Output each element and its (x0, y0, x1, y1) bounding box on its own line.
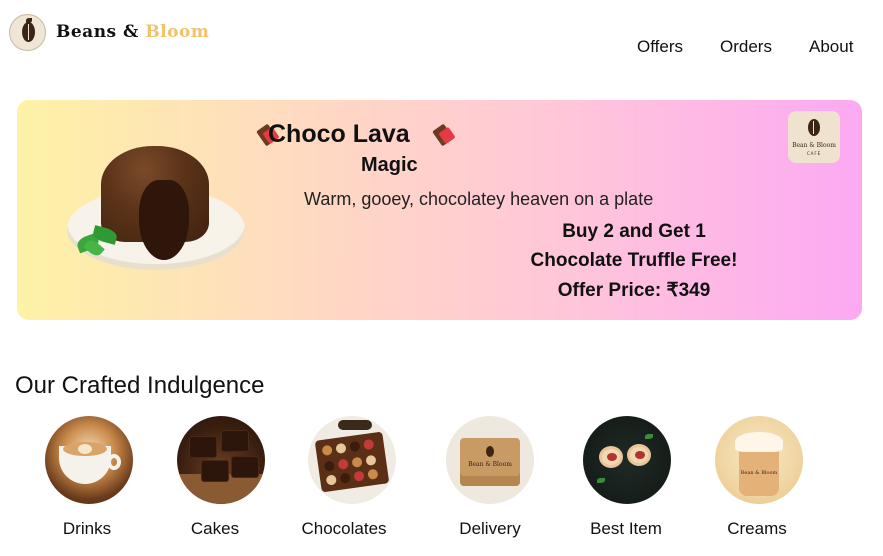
category-chocolates-label[interactable]: Chocolates (274, 519, 414, 539)
coffee-bean-icon (22, 22, 35, 42)
banner-tagline: Warm, gooey, chocolatey heaven on a plat… (304, 189, 654, 209)
category-creams-label[interactable]: Creams (687, 519, 827, 539)
brand-name-part2: Bloom (145, 22, 210, 42)
category-cakes-image[interactable] (177, 416, 265, 504)
chocolate-lava-drip (139, 180, 189, 260)
brand-name-part1: Beans & (56, 22, 139, 42)
offer-price: Offer Price: ₹349 (557, 280, 711, 301)
category-delivery-label[interactable]: Delivery (420, 519, 560, 539)
category-chocolates-image[interactable] (308, 416, 396, 504)
chocolate-bar-icon (432, 122, 456, 147)
coffee-bean-icon (808, 119, 820, 136)
brand-name[interactable]: Beans & Bloom (56, 22, 209, 42)
nav-offers[interactable]: Offers (637, 37, 683, 57)
section-title: Our Crafted Indulgence (15, 372, 265, 399)
category-delivery-image[interactable]: Bean & Bloom (446, 416, 534, 504)
category-cakes-label[interactable]: Cakes (145, 519, 285, 539)
category-creams-image[interactable]: Bean & Bloom (715, 416, 803, 504)
cup-label: Bean & Bloom (740, 470, 778, 476)
badge-name: Bean & Bloom (792, 142, 836, 149)
banner-title: Choco Lava (268, 120, 410, 148)
category-drinks-image[interactable] (45, 416, 133, 504)
site-header: Beans & Bloom Offers Orders About (0, 0, 883, 70)
nav-about[interactable]: About (809, 37, 853, 57)
leaf-icon (26, 18, 32, 23)
offer-line-1: Buy 2 and Get 1 (562, 221, 706, 242)
nav-orders[interactable]: Orders (720, 37, 772, 57)
box-label: Bean & Bloom (468, 461, 512, 468)
banner-subtitle: Magic (361, 154, 418, 176)
offer-line-2: Chocolate Truffle Free! (530, 250, 738, 271)
brand-logo-icon[interactable] (9, 14, 46, 51)
category-best-item-label[interactable]: Best Item (556, 519, 696, 539)
badge-cafe: CAFÉ (806, 151, 822, 156)
category-drinks-label[interactable]: Drinks (17, 519, 157, 539)
category-best-item-image[interactable] (583, 416, 671, 504)
cafe-badge-logo: Bean & Bloom CAFÉ (788, 111, 840, 163)
